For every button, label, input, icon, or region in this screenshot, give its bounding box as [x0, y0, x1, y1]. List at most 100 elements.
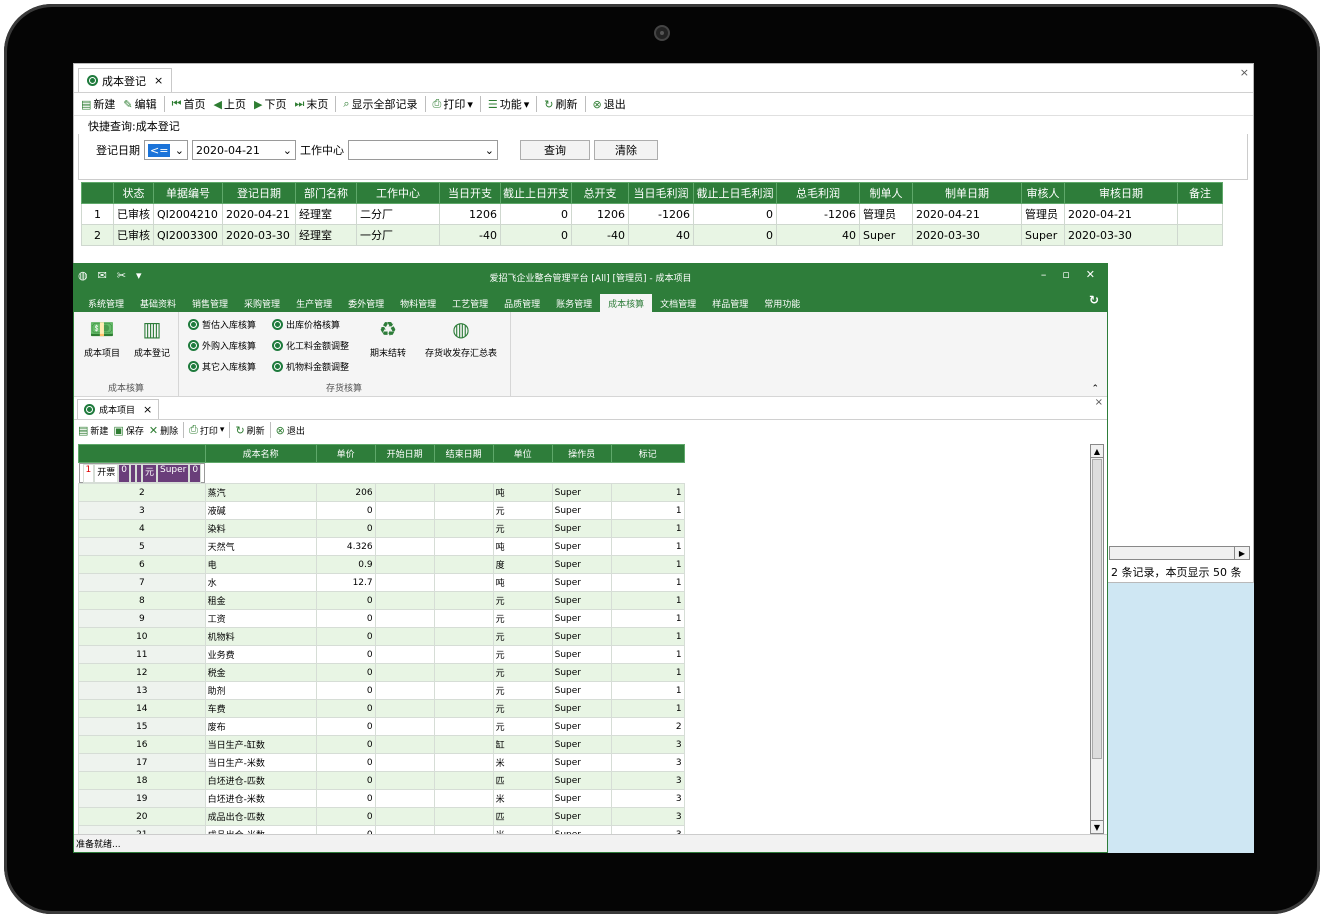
- print-button[interactable]: ⎙ 打印 ▾: [187, 421, 226, 439]
- new-button[interactable]: ▤ 新建: [78, 94, 118, 114]
- col-header[interactable]: 标记: [610, 444, 685, 463]
- save-button[interactable]: ▣ 保存: [111, 421, 145, 439]
- operator-select[interactable]: <= ⌄: [144, 140, 188, 160]
- table-row[interactable]: 11 业务费 0 元 Super 1: [78, 645, 685, 664]
- prev-page-button[interactable]: ◀ 上页: [211, 94, 249, 114]
- new-button[interactable]: ▤ 新建: [76, 421, 110, 439]
- col-header[interactable]: 制单人: [859, 182, 913, 204]
- scroll-up-icon[interactable]: ▲: [1091, 445, 1103, 458]
- date-picker[interactable]: 2020-04-21 ⌄: [192, 140, 296, 160]
- next-page-button[interactable]: ▶ 下页: [251, 94, 289, 114]
- col-header[interactable]: 当日开支: [439, 182, 501, 204]
- workcenter-select[interactable]: ⌄: [348, 140, 498, 160]
- refresh-button[interactable]: ↻ 刷新: [541, 94, 580, 114]
- table-row[interactable]: 19 白坯进仓-米数 0 米 Super 3: [78, 789, 685, 808]
- first-page-button[interactable]: ⏮ 首页: [169, 94, 209, 114]
- menu-sample[interactable]: 样品管理: [704, 294, 756, 312]
- table-row[interactable]: 12 税金 0 元 Super 1: [78, 663, 685, 682]
- query-button[interactable]: 查询: [520, 140, 590, 160]
- material-adjust-button[interactable]: 机物料金额调整: [272, 360, 349, 373]
- function-button[interactable]: ☰ 功能 ▾: [485, 94, 532, 114]
- horizontal-scrollbar[interactable]: ▶: [1109, 546, 1250, 560]
- col-header[interactable]: 单位: [492, 444, 553, 463]
- scroll-thumb[interactable]: [1092, 459, 1102, 759]
- table-row[interactable]: 7 水 12.7 吨 Super 1: [78, 573, 685, 592]
- col-header[interactable]: 截止上日开支: [500, 182, 572, 204]
- table-row[interactable]: 18 白坯进仓-匹数 0 匹 Super 3: [78, 771, 685, 790]
- menu-accounting[interactable]: 账务管理: [548, 294, 600, 312]
- chemical-adjust-button[interactable]: 化工料金额调整: [272, 339, 349, 352]
- table-row[interactable]: 10 机物料 0 元 Super 1: [78, 627, 685, 646]
- col-header[interactable]: 单据编号: [153, 182, 223, 204]
- tab-cost-item[interactable]: 成本项目 ×: [77, 399, 160, 419]
- col-header[interactable]: 当日毛利润: [628, 182, 694, 204]
- refresh-icon[interactable]: ↻: [1089, 293, 1099, 307]
- table-row[interactable]: 13 助剂 0 元 Super 1: [78, 681, 685, 700]
- period-end-button[interactable]: ♻ 期末结转: [364, 318, 412, 359]
- close-icon[interactable]: ×: [154, 74, 163, 87]
- menu-document[interactable]: 文档管理: [652, 294, 704, 312]
- table-row[interactable]: 16 当日生产-缸数 0 缸 Super 3: [78, 735, 685, 754]
- table-row[interactable]: 2 蒸汽 206 吨 Super 1: [78, 483, 685, 502]
- scroll-down-icon[interactable]: ▼: [1091, 820, 1103, 833]
- chevron-up-icon[interactable]: ⌃: [1091, 384, 1099, 394]
- outbound-price-button[interactable]: 出库价格核算: [272, 318, 340, 331]
- last-page-button[interactable]: ⏭ 末页: [291, 94, 331, 114]
- table-row[interactable]: 20 成品出仓-匹数 0 匹 Super 3: [78, 807, 685, 826]
- col-header[interactable]: 工作中心: [356, 182, 440, 204]
- table-row[interactable]: 4 染料 0 元 Super 1: [78, 519, 685, 538]
- col-header[interactable]: 总开支: [571, 182, 629, 204]
- table-row[interactable]: 17 当日生产-米数 0 米 Super 3: [78, 753, 685, 772]
- table-row[interactable]: 5 天然气 4.326 吨 Super 1: [78, 537, 685, 556]
- print-button[interactable]: ⎙ 打印 ▾: [430, 94, 476, 114]
- menu-material[interactable]: 物料管理: [392, 294, 444, 312]
- col-header[interactable]: 审核人: [1021, 182, 1065, 204]
- close-icon[interactable]: ×: [143, 403, 152, 416]
- cost-register-button[interactable]: ▥ 成本登记: [128, 318, 176, 359]
- window-close-icon[interactable]: ×: [1095, 397, 1103, 408]
- menu-production[interactable]: 生产管理: [288, 294, 340, 312]
- table-row[interactable]: 1 开票 0 元 Super 0: [78, 463, 206, 483]
- menu-process[interactable]: 工艺管理: [444, 294, 496, 312]
- menu-basic-data[interactable]: 基础资料: [132, 294, 184, 312]
- col-header[interactable]: 审核日期: [1064, 182, 1178, 204]
- minimize-icon[interactable]: –: [1041, 268, 1047, 281]
- col-header[interactable]: 登记日期: [222, 182, 296, 204]
- col-header[interactable]: 成本名称: [204, 444, 317, 463]
- menu-quality[interactable]: 品质管理: [496, 294, 548, 312]
- col-header[interactable]: 操作员: [551, 444, 612, 463]
- exit-button[interactable]: ⊗ 退出: [274, 421, 307, 439]
- menu-purchase[interactable]: 采购管理: [236, 294, 288, 312]
- menu-outsourcing[interactable]: 委外管理: [340, 294, 392, 312]
- vertical-scrollbar[interactable]: ▲ ▼: [1090, 444, 1104, 834]
- tab-cost-register[interactable]: 成本登记 ×: [78, 68, 173, 92]
- table-row[interactable]: 2 已审核 QI2003300 2020-03-30 经理室 一分厂 -40 0…: [81, 224, 1223, 246]
- menu-common[interactable]: 常用功能: [756, 294, 808, 312]
- col-header[interactable]: 制单日期: [912, 182, 1022, 204]
- col-header[interactable]: 截止上日毛利润: [693, 182, 777, 204]
- table-row[interactable]: 6 电 0.9 度 Super 1: [78, 555, 685, 574]
- estimate-inbound-button[interactable]: 暂估入库核算: [188, 318, 256, 331]
- col-header[interactable]: 单价: [315, 444, 376, 463]
- table-row[interactable]: 8 租金 0 元 Super 1: [78, 591, 685, 610]
- window-close-icon[interactable]: ×: [1240, 66, 1249, 79]
- delete-button[interactable]: ✕ 删除: [147, 421, 180, 439]
- col-header[interactable]: 状态: [113, 182, 154, 204]
- exit-button[interactable]: ⊗ 退出: [590, 94, 629, 114]
- menu-cost-accounting[interactable]: 成本核算: [600, 294, 653, 312]
- menu-system[interactable]: 系统管理: [80, 294, 132, 312]
- maximize-icon[interactable]: ▫: [1062, 268, 1069, 281]
- col-header[interactable]: 总毛利润: [776, 182, 860, 204]
- edit-button[interactable]: ✎ 编辑: [120, 94, 159, 114]
- col-header[interactable]: 部门名称: [295, 182, 357, 204]
- scroll-right-icon[interactable]: ▶: [1234, 547, 1249, 559]
- table-row[interactable]: 9 工资 0 元 Super 1: [78, 609, 685, 628]
- close-icon[interactable]: ✕: [1086, 268, 1095, 281]
- table-row[interactable]: 1 已审核 QI2004210 2020-04-21 经理室 二分厂 1206 …: [81, 203, 1223, 225]
- col-header[interactable]: 备注: [1177, 182, 1223, 204]
- show-all-button[interactable]: ⌕ 显示全部记录: [340, 94, 420, 114]
- table-row[interactable]: 14 车费 0 元 Super 1: [78, 699, 685, 718]
- table-row[interactable]: 15 废布 0 元 Super 2: [78, 717, 685, 736]
- inventory-summary-button[interactable]: ◍ 存货收发存汇总表: [418, 318, 504, 359]
- clear-button[interactable]: 清除: [594, 140, 658, 160]
